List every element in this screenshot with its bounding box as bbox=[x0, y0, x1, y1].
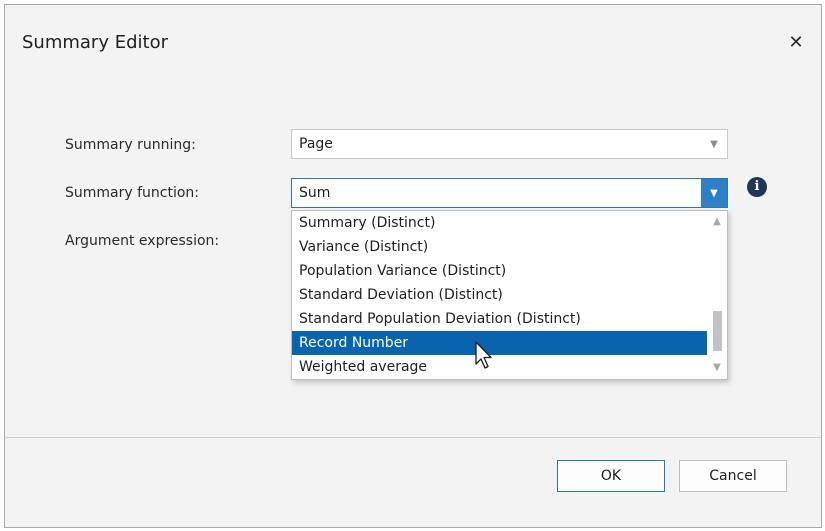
cancel-button[interactable]: Cancel bbox=[679, 460, 787, 492]
ok-button[interactable]: OK bbox=[557, 460, 665, 492]
chevron-down-icon[interactable]: ▼ bbox=[701, 179, 727, 207]
summary-running-label: Summary running: bbox=[65, 137, 196, 153]
dropdown-item[interactable]: Summary (Distinct) bbox=[292, 211, 707, 235]
dropdown-item[interactable]: Standard Deviation (Distinct) bbox=[292, 283, 707, 307]
mouse-cursor-icon bbox=[475, 341, 492, 369]
info-icon[interactable]: i bbox=[747, 177, 767, 197]
scrollbar-thumb[interactable] bbox=[713, 311, 722, 351]
dropdown-items: Summary (Distinct) Variance (Distinct) P… bbox=[292, 211, 707, 379]
summary-function-label: Summary function: bbox=[65, 185, 200, 201]
summary-function-value: Sum bbox=[299, 185, 331, 201]
dropdown-item[interactable]: Standard Population Deviation (Distinct) bbox=[292, 307, 707, 331]
dropdown-item[interactable]: Weighted average bbox=[292, 355, 707, 379]
close-icon[interactable]: ✕ bbox=[785, 32, 807, 54]
dropdown-item[interactable]: Variance (Distinct) bbox=[292, 235, 707, 259]
summary-function-dropdown-list[interactable]: Summary (Distinct) Variance (Distinct) P… bbox=[291, 210, 728, 380]
scroll-up-arrow-icon[interactable]: ▲ bbox=[707, 213, 727, 231]
dialog-title: Summary Editor bbox=[22, 32, 168, 53]
footer-divider bbox=[4, 437, 821, 438]
title-bar: Summary Editor ✕ bbox=[5, 5, 821, 79]
dropdown-scrollbar[interactable]: ▲ ▼ bbox=[707, 211, 727, 379]
argument-expression-label: Argument expression: bbox=[65, 233, 220, 249]
chevron-down-icon[interactable]: ▼ bbox=[701, 130, 727, 158]
summary-running-value: Page bbox=[299, 136, 333, 152]
scroll-down-arrow-icon[interactable]: ▼ bbox=[707, 359, 727, 377]
dropdown-item-selected[interactable]: Record Number bbox=[292, 331, 707, 355]
summary-running-select[interactable]: Page ▼ bbox=[291, 129, 728, 159]
dropdown-item[interactable]: Population Variance (Distinct) bbox=[292, 259, 707, 283]
summary-function-select[interactable]: Sum ▼ bbox=[291, 178, 728, 208]
